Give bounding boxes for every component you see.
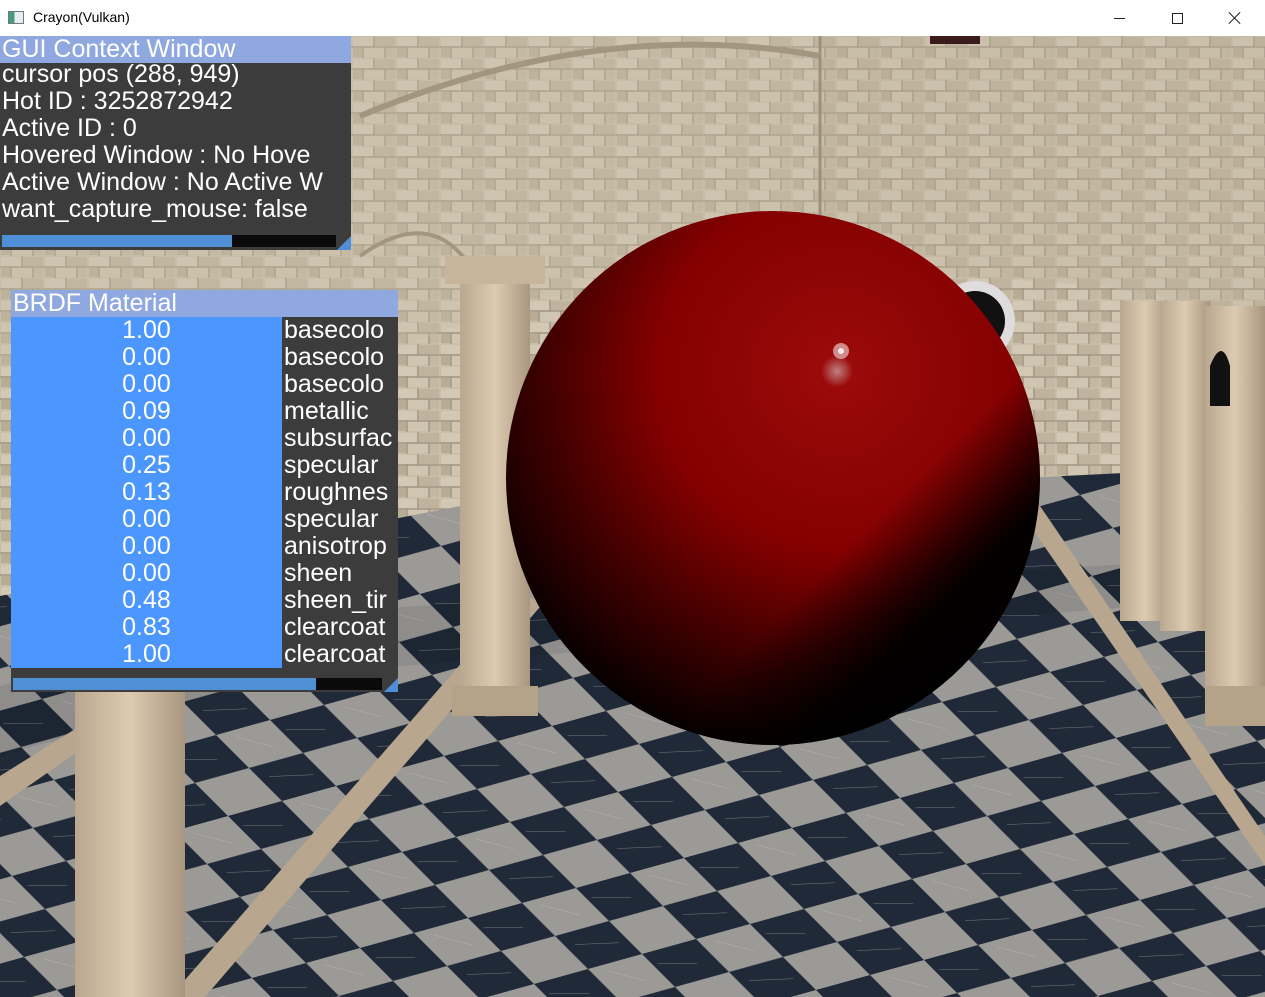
app-icon	[8, 11, 24, 24]
brdf-param-slider[interactable]: 0.00	[11, 560, 282, 587]
brdf-param-row: 1.00 basecolo	[11, 317, 398, 344]
active-window-text: Active Window : No Active W	[2, 168, 323, 196]
brdf-param-label: subsurfac	[284, 424, 393, 452]
close-button[interactable]	[1206, 0, 1264, 36]
window-title: Crayon(Vulkan)	[33, 9, 130, 25]
active-id-text: Active ID : 0	[2, 114, 137, 142]
brdf-param-slider[interactable]: 0.00	[11, 371, 282, 398]
maximize-button[interactable]	[1148, 0, 1206, 36]
brdf-param-slider[interactable]: 0.00	[11, 344, 282, 371]
brdf-param-row: 1.00 clearcoat	[11, 641, 398, 668]
maximize-icon	[1171, 12, 1183, 24]
brdf-param-slider[interactable]: 0.25	[11, 452, 282, 479]
brdf-param-label: basecolo	[284, 343, 385, 371]
brdf-param-slider[interactable]: 0.48	[11, 587, 282, 614]
brdf-param-slider[interactable]: 0.83	[11, 614, 282, 641]
brdf-param-slider[interactable]: 0.13	[11, 479, 282, 506]
brdf-param-label: basecolo	[284, 316, 385, 344]
brdf-param-row: 0.00 basecolo	[11, 344, 398, 371]
brdf-param-slider[interactable]: 0.00	[11, 533, 282, 560]
context-scrollbar-thumb[interactable]	[2, 235, 233, 247]
brdf-param-row: 0.25 specular	[11, 452, 398, 479]
brdf-param-slider[interactable]: 0.09	[11, 398, 282, 425]
brdf-param-row: 0.00 sheen	[11, 560, 398, 587]
brdf-param-slider[interactable]: 1.00	[11, 317, 282, 344]
brdf-param-label: sheen	[284, 559, 353, 587]
brdf-scrollbar-thumb[interactable]	[13, 678, 316, 690]
brdf-param-slider[interactable]: 1.00	[11, 641, 282, 668]
brdf-material-window[interactable]: BRDF Material 1.00 basecolo 0.00 basecolo 0.…	[11, 290, 398, 692]
minimize-button[interactable]	[1090, 0, 1148, 36]
brdf-param-label: clearcoat	[284, 640, 386, 668]
brdf-param-row: 0.00 anisotrop	[11, 533, 398, 560]
brdf-param-label: clearcoat	[284, 613, 386, 641]
gui-context-window[interactable]: GUI Context Window cursor pos (288, 949)…	[0, 36, 351, 250]
brdf-param-row: 0.48 sheen_tir	[11, 587, 398, 614]
brdf-param-label: specular	[284, 451, 379, 479]
brdf-param-label: sheen_tir	[284, 586, 387, 614]
gui-context-window-title[interactable]: GUI Context Window	[0, 36, 351, 63]
context-resize-grip[interactable]	[337, 236, 351, 250]
brdf-material-window-title[interactable]: BRDF Material	[11, 290, 398, 317]
brdf-param-label: roughnes	[284, 478, 389, 506]
hot-id-text: Hot ID : 3252872942	[2, 87, 233, 115]
hovered-window-text: Hovered Window : No Hove	[2, 141, 311, 169]
brdf-param-row: 0.00 specular	[11, 506, 398, 533]
context-horizontal-scrollbar[interactable]	[2, 235, 336, 247]
brdf-param-slider[interactable]: 0.00	[11, 506, 282, 533]
brdf-param-slider[interactable]: 0.00	[11, 425, 282, 452]
title-bar: Crayon(Vulkan)	[0, 0, 1265, 36]
brdf-param-row: 0.09 metallic	[11, 398, 398, 425]
brdf-param-label: anisotrop	[284, 532, 387, 560]
brdf-horizontal-scrollbar[interactable]	[13, 678, 382, 690]
brdf-param-row: 0.83 clearcoat	[11, 614, 398, 641]
cursor-pos-text: cursor pos (288, 949)	[2, 60, 240, 88]
brdf-resize-grip[interactable]	[384, 678, 398, 692]
brdf-param-row: 0.00 subsurfac	[11, 425, 398, 452]
brdf-param-label: basecolo	[284, 370, 385, 398]
minimize-icon	[1113, 17, 1125, 19]
close-icon	[1228, 11, 1242, 25]
brdf-param-label: specular	[284, 505, 379, 533]
want-capture-mouse-text: want_capture_mouse: false	[2, 195, 308, 223]
brdf-param-row: 0.13 roughnes	[11, 479, 398, 506]
brdf-param-label: metallic	[284, 397, 369, 425]
render-viewport[interactable]: GUI Context Window cursor pos (288, 949)…	[0, 36, 1265, 997]
brdf-param-row: 0.00 basecolo	[11, 371, 398, 398]
